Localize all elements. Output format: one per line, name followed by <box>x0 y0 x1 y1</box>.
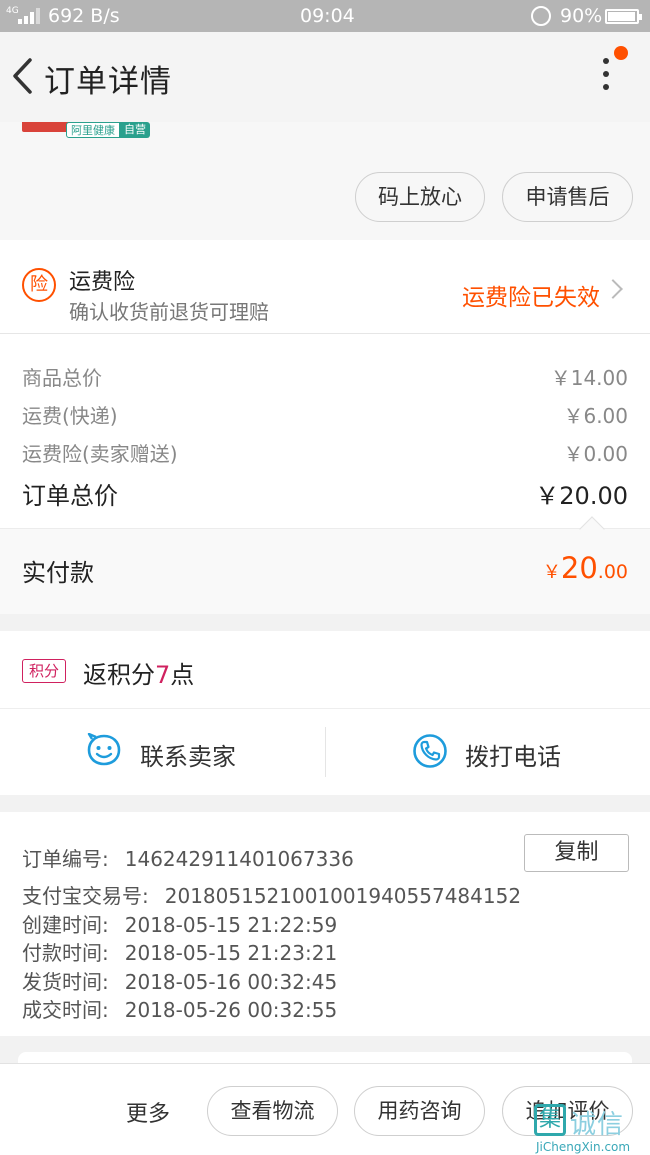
order-number-value: 146242911401067336 <box>124 847 354 871</box>
insurance-fee-label: 运费险(卖家赠送) <box>22 442 178 466</box>
order-number-label: 订单编号: <box>22 847 109 871</box>
completed-time-value: 2018-05-26 00:32:55 <box>124 998 338 1022</box>
points-number: 7 <box>155 661 171 689</box>
goods-total-label: 商品总价 <box>22 366 102 390</box>
insurance-status: 运费险已失效 <box>462 285 600 311</box>
phone-icon <box>413 734 447 768</box>
network-type: 4G <box>6 6 19 16</box>
order-info-section: 订单编号: 146242911401067336 复制 支付宝交易号: 201805… <box>0 812 650 1036</box>
call-phone-button[interactable]: 拨打电话 <box>326 709 650 795</box>
amount-paid-label: 实付款 <box>22 559 94 587</box>
order-total-label: 订单总价 <box>22 482 118 510</box>
chat-bubble-icon <box>87 733 121 766</box>
call-phone-label: 拨打电话 <box>465 743 561 771</box>
shipping-fee-value: ￥6.00 <box>563 404 628 428</box>
page-title: 订单详情 <box>44 64 172 100</box>
watermark-logo: 集 诚信 JiChengXin.com <box>530 1100 650 1155</box>
store-badge-self: 自营 <box>120 122 150 138</box>
view-logistics-button[interactable]: 查看物流 <box>207 1086 338 1136</box>
store-badge: 阿里健康 自营 <box>66 122 150 138</box>
more-menu-icon[interactable] <box>596 58 616 98</box>
insurance-subtitle: 确认收货前退货可理赔 <box>69 300 269 324</box>
store-badge-brand: 阿里健康 <box>66 122 120 138</box>
shipping-fee-row: 运费(快递) ￥6.00 <box>22 400 628 429</box>
goods-total-row: 商品总价 ￥14.00 <box>22 362 628 391</box>
shipped-time-label: 发货时间: <box>22 970 109 994</box>
points-text: 返积分7点 <box>83 661 195 689</box>
contact-seller-button[interactable]: 联系卖家 <box>0 709 325 795</box>
amount-paid-value: ￥20.00 <box>542 551 628 585</box>
insurance-fee-value: ￥0.00 <box>563 442 628 466</box>
paid-time-value: 2018-05-15 21:23:21 <box>124 941 338 965</box>
insurance-icon: 险 <box>22 268 56 302</box>
alipay-trade-value: 2018051521001001940557484152 <box>164 884 522 908</box>
insurance-fee-row: 运费险(卖家赠送) ￥0.00 <box>22 438 628 467</box>
status-bar: 4G 692 B/s 09:04 90% <box>0 0 650 32</box>
product-image[interactable] <box>22 122 70 132</box>
goods-total-value: ￥14.00 <box>550 366 628 390</box>
network-speed: 692 B/s <box>48 5 120 27</box>
battery-percent: 90% <box>560 5 603 27</box>
app-header: 订单详情 <box>0 32 650 122</box>
medication-consult-button[interactable]: 用药咨询 <box>354 1086 485 1136</box>
shipped-time-value: 2018-05-16 00:32:45 <box>124 970 338 994</box>
battery-icon <box>605 9 642 24</box>
created-time-value: 2018-05-15 21:22:59 <box>124 913 338 937</box>
amount-paid-row: 实付款 ￥20.00 <box>0 516 650 614</box>
completed-time-line: 成交时间: 2018-05-26 00:32:55 <box>22 994 337 1023</box>
alipay-trade-label: 支付宝交易号: <box>22 884 149 908</box>
shipping-fee-label: 运费(快递) <box>22 404 118 428</box>
shipping-insurance-row[interactable]: 险 运费险 确认收货前退货可理赔 运费险已失效 <box>0 240 650 334</box>
after-sale-button[interactable]: 申请售后 <box>502 172 633 222</box>
insurance-title: 运费险 <box>69 270 136 295</box>
completed-time-label: 成交时间: <box>22 998 109 1022</box>
price-breakdown: 商品总价 ￥14.00 运费(快递) ￥6.00 运费险(卖家赠送) ￥0.00… <box>0 334 650 528</box>
more-button[interactable]: 更多 <box>126 1096 170 1128</box>
points-row: 积分 返积分7点 <box>0 631 650 709</box>
rotation-lock-icon <box>531 6 551 26</box>
order-total-value: ￥20.00 <box>535 482 628 510</box>
notification-dot <box>614 46 628 60</box>
points-tag: 积分 <box>22 659 66 683</box>
contact-seller-label: 联系卖家 <box>140 743 236 771</box>
created-time-line: 创建时间: 2018-05-15 21:22:59 <box>22 909 337 938</box>
contact-bar: 联系卖家 拨打电话 <box>0 709 650 795</box>
chevron-right-icon <box>603 279 623 299</box>
verify-code-button[interactable]: 码上放心 <box>355 172 485 222</box>
created-time-label: 创建时间: <box>22 913 109 937</box>
order-number-line: 订单编号: 146242911401067336 <box>22 843 354 872</box>
copy-button[interactable]: 复制 <box>524 834 629 872</box>
clock: 09:04 <box>300 5 355 27</box>
paid-time-line: 付款时间: 2018-05-15 21:23:21 <box>22 937 337 966</box>
paid-time-label: 付款时间: <box>22 941 109 965</box>
shipped-time-line: 发货时间: 2018-05-16 00:32:45 <box>22 966 337 995</box>
back-arrow-icon[interactable] <box>10 56 36 96</box>
product-section: 阿里健康 自营 码上放心 申请售后 <box>0 122 650 240</box>
order-total-row: 订单总价 ￥20.00 <box>22 476 628 511</box>
alipay-trade-line: 支付宝交易号: 2018051521001001940557484152 <box>22 880 521 909</box>
signal-icon <box>18 8 44 24</box>
